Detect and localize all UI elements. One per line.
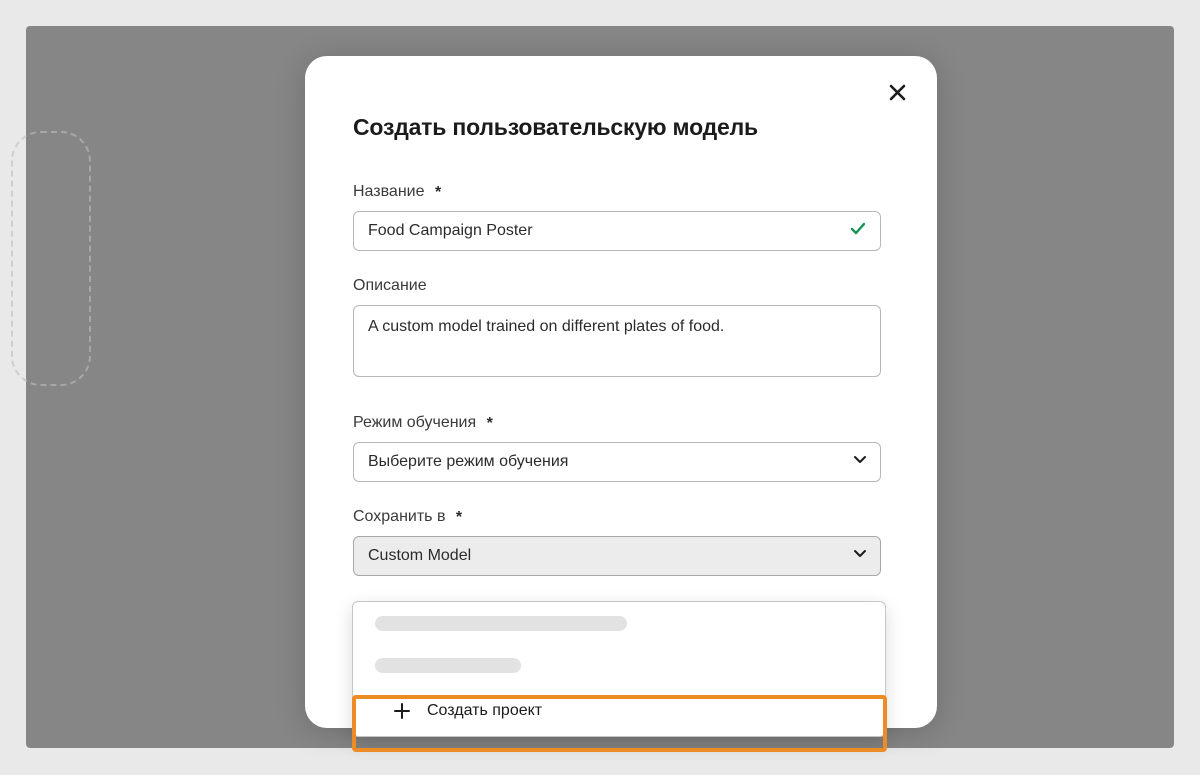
background-shape-hint: [11, 131, 91, 386]
loading-placeholder-bar: [375, 658, 521, 673]
checkmark-icon: [849, 220, 867, 243]
create-project-label: Создать проект: [427, 702, 542, 720]
field-save-to: Сохранить в * Custom Model: [353, 508, 889, 576]
dropdown-loading-row: [353, 602, 885, 644]
name-label-text: Название: [353, 183, 425, 200]
training-mode-placeholder: Выберите режим обучения: [368, 453, 568, 471]
backdrop: Создать пользовательскую модель Название…: [26, 26, 1174, 748]
save-to-value: Custom Model: [368, 547, 471, 565]
save-to-dropdown-panel: Создать проект: [352, 601, 886, 737]
training-mode-select[interactable]: Выберите режим обучения: [353, 442, 881, 482]
chevron-down-icon: [852, 546, 868, 567]
close-icon: [889, 84, 906, 101]
name-label: Название *: [353, 183, 889, 201]
description-label: Описание: [353, 277, 889, 295]
training-mode-label: Режим обучения *: [353, 414, 889, 432]
required-mark: *: [456, 509, 462, 526]
required-mark: *: [487, 415, 493, 432]
field-training-mode: Режим обучения * Выберите режим обучения: [353, 414, 889, 482]
dropdown-loading-row: [353, 644, 885, 686]
save-to-select[interactable]: Custom Model: [353, 536, 881, 576]
description-textarea[interactable]: A custom model trained on different plat…: [353, 305, 881, 377]
save-to-label: Сохранить в *: [353, 508, 889, 526]
field-description: Описание A custom model trained on diffe…: [353, 277, 889, 382]
required-mark: *: [435, 184, 441, 201]
dialog-title: Создать пользовательскую модель: [353, 114, 889, 141]
chevron-down-icon: [852, 452, 868, 473]
training-mode-label-text: Режим обучения: [353, 414, 476, 431]
save-to-label-text: Сохранить в: [353, 508, 445, 525]
name-input[interactable]: [353, 211, 881, 251]
field-name: Название *: [353, 183, 889, 251]
plus-icon: [393, 702, 411, 720]
loading-placeholder-bar: [375, 616, 627, 631]
close-button[interactable]: [883, 78, 911, 106]
create-project-option[interactable]: Создать проект: [353, 686, 885, 736]
